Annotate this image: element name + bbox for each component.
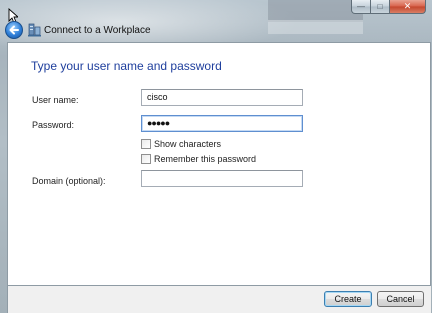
remember-password-checkbox[interactable] — [141, 154, 151, 164]
minimize-button[interactable]: — — [351, 0, 371, 14]
remember-password-row[interactable]: Remember this password — [141, 154, 256, 164]
password-label: Password: — [32, 120, 75, 130]
cancel-button[interactable]: Cancel — [377, 291, 424, 307]
username-field[interactable]: cisco — [141, 89, 303, 106]
background-window-blur-lower — [268, 20, 363, 34]
network-workplace-icon — [28, 23, 41, 37]
window-title: Connect to a Workplace — [44, 25, 151, 36]
dialog-content: Type your user name and password User na… — [7, 42, 431, 286]
back-button[interactable] — [5, 21, 23, 39]
caption-buttons: — □ ✕ — [351, 0, 426, 14]
remember-password-label[interactable]: Remember this password — [154, 154, 256, 164]
password-field[interactable]: ●●●●● — [141, 115, 303, 132]
close-button[interactable]: ✕ — [390, 0, 426, 14]
back-arrow-icon — [9, 25, 19, 35]
domain-label: Domain (optional): — [32, 176, 106, 186]
username-label: User name: — [32, 95, 79, 105]
show-characters-checkbox[interactable] — [141, 139, 151, 149]
show-characters-row[interactable]: Show characters — [141, 139, 221, 149]
maximize-button[interactable]: □ — [371, 0, 390, 14]
page-heading: Type your user name and password — [31, 59, 222, 73]
dialog-footer: Create Cancel — [7, 286, 431, 313]
create-button[interactable]: Create — [324, 291, 372, 307]
show-characters-label[interactable]: Show characters — [154, 139, 221, 149]
domain-field[interactable] — [141, 170, 303, 187]
background-window-blur — [268, 0, 363, 22]
